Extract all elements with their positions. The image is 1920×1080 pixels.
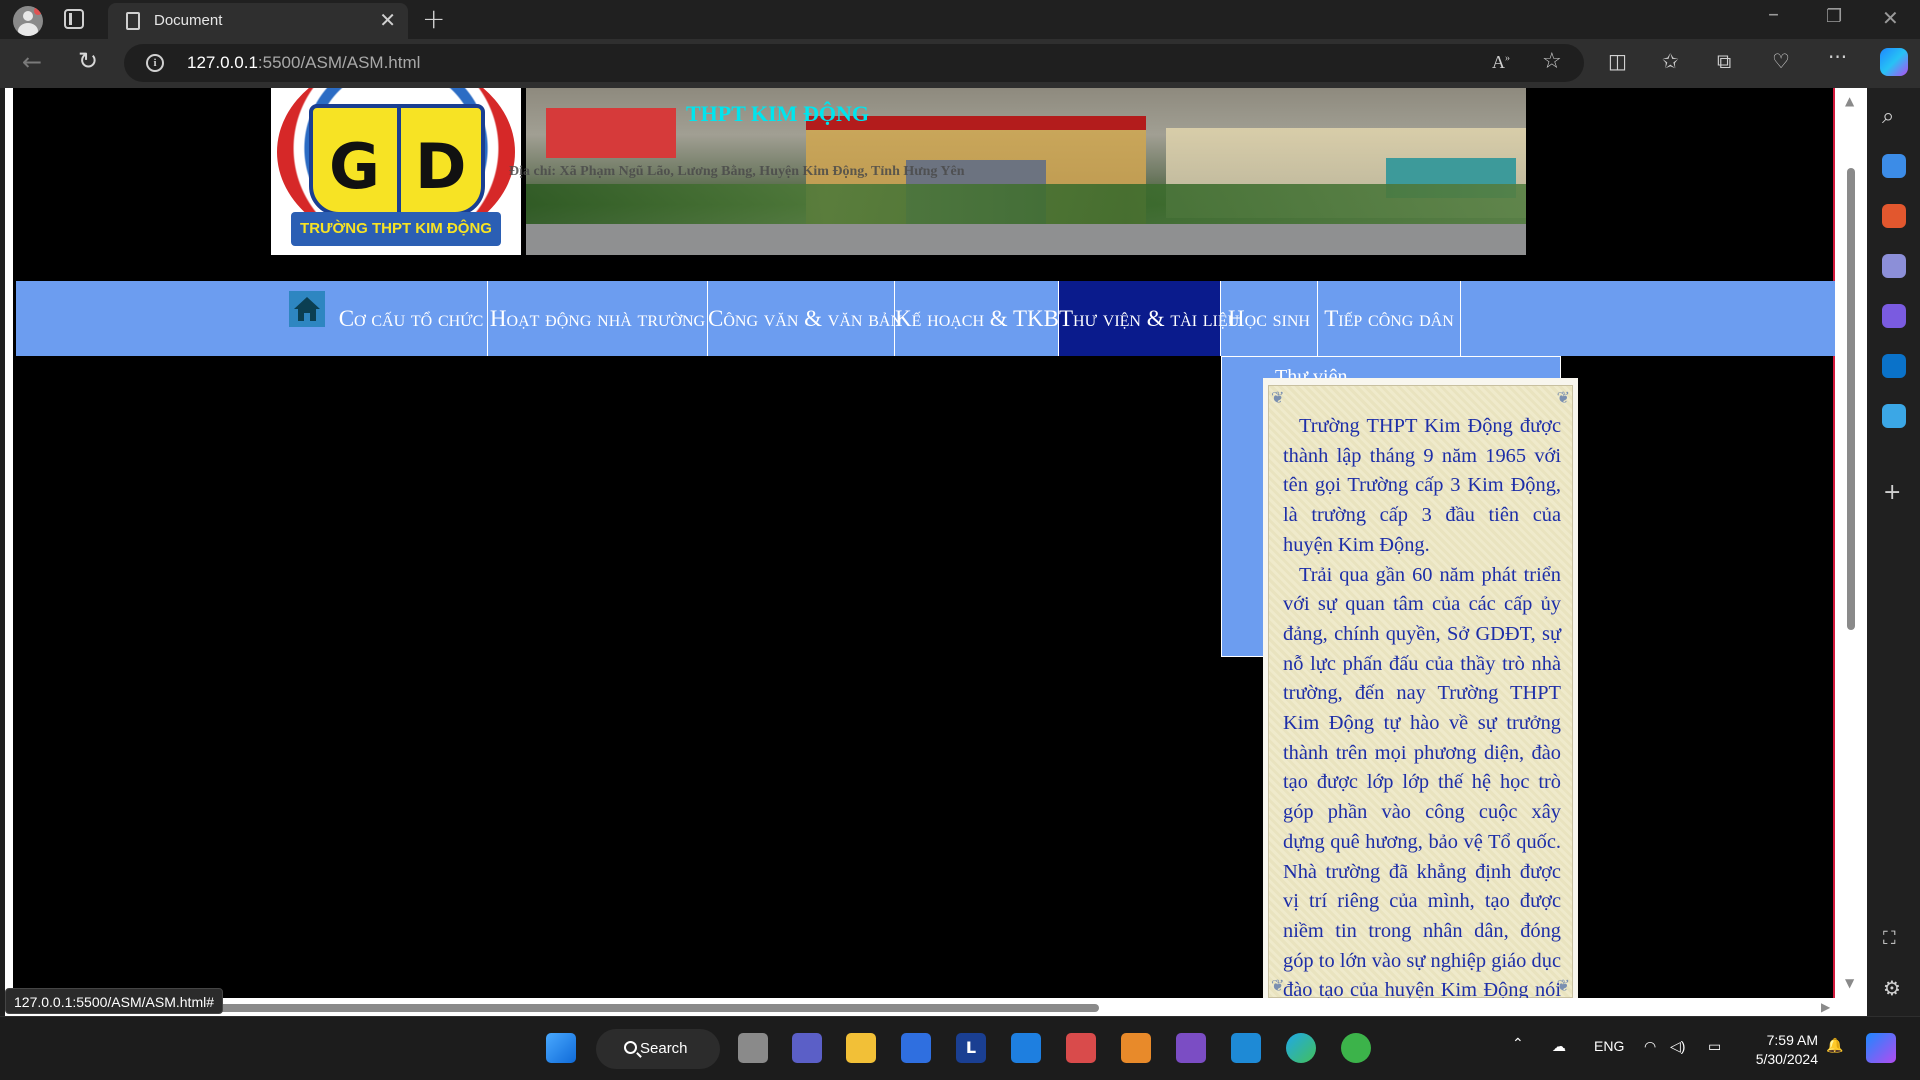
l-app-icon[interactable]: L (956, 1033, 986, 1063)
more-menu-icon[interactable]: ··· (1828, 45, 1847, 69)
horizontal-scrollbar[interactable]: ▶ (5, 998, 1835, 1016)
vscode-icon[interactable] (1231, 1033, 1261, 1063)
office-icon[interactable] (1882, 304, 1906, 328)
performance-icon[interactable]: ♡ (1772, 49, 1790, 73)
nav-ke-hoach-tkb[interactable]: Kế hoạch & TKB (895, 281, 1059, 356)
intro-text: Trường THPT Kim Động được thành lập thán… (1283, 412, 1561, 1016)
games-icon[interactable] (1882, 254, 1906, 278)
browser-title-bar: Document ✕ + – ❐ ✕ (0, 0, 1920, 39)
intro-paragraph: Trải qua gần 60 năm phát triển với sự qu… (1283, 563, 1561, 1016)
shopping-icon[interactable] (1882, 154, 1906, 178)
site-info-icon[interactable]: i (146, 54, 164, 72)
minimize-button[interactable]: – (1768, 2, 1779, 27)
battery-icon[interactable]: ▭ (1708, 1038, 1721, 1055)
tab-title: Document (154, 12, 223, 29)
school-logo: G D TRƯỜNG THPT KIM ĐỘNG (271, 88, 521, 255)
notification-bell-icon[interactable]: 🔔 (1826, 1037, 1843, 1054)
scroll-thumb[interactable] (1847, 168, 1855, 630)
nav-tiep-cong-dan[interactable]: Tiếp công dân (1318, 281, 1461, 356)
favorite-star-icon[interactable]: ☆ (1542, 49, 1562, 74)
address-bar[interactable]: i 127.0.0.1:5500/ASM/ASM.html A» ☆ (124, 44, 1584, 82)
split-screen-icon[interactable]: ◫ (1608, 49, 1627, 73)
start-icon[interactable] (546, 1033, 576, 1063)
favorites-icon[interactable]: ✩ (1662, 49, 1679, 73)
search-icon[interactable]: ⌕ (1882, 104, 1894, 129)
telegram-icon[interactable] (1882, 404, 1906, 428)
search-icon (624, 1041, 637, 1054)
restore-button[interactable]: ❐ (1826, 6, 1842, 27)
copilot-taskbar-icon[interactable] (1866, 1033, 1896, 1063)
scroll-down-icon[interactable]: ▼ (1845, 976, 1854, 990)
taskbar-clock[interactable]: 7:59 AM 5/30/2024 (1744, 1031, 1818, 1069)
windows-taskbar: Search L ⌃ ☁ ENG ◠ ◁) ▭ 7:59 AM 5/30/202… (0, 1016, 1920, 1080)
corner-ornament-icon: ❦ (1556, 388, 1570, 407)
school-name-heading: THPT KIM ĐỘNG (686, 101, 869, 126)
home-icon (294, 297, 320, 321)
scroll-right-icon[interactable]: ▶ (1821, 1000, 1830, 1014)
clock-time: 7:59 AM (1766, 1032, 1818, 1048)
visual-studio-icon[interactable] (1176, 1033, 1206, 1063)
settings-icon[interactable]: ⚙ (1883, 976, 1901, 1000)
home-button[interactable] (289, 291, 325, 327)
page-viewport: G D TRƯỜNG THPT KIM ĐỘNG THPT KIM ĐỘNG Đ… (5, 88, 1867, 1016)
nav-hoat-dong-nha-truong[interactable]: Hoạt động nhà trường (488, 281, 708, 356)
status-link-preview: 127.0.0.1:5500/ASM/ASM.html# (5, 988, 223, 1014)
document-icon (126, 12, 140, 30)
collections-icon[interactable]: ⧉ (1717, 49, 1731, 73)
network-off-icon[interactable]: ☁ (1552, 1038, 1566, 1055)
tab-actions-icon[interactable] (64, 9, 84, 29)
chrome-icon[interactable] (1341, 1033, 1371, 1063)
refresh-button[interactable]: ↻ (78, 47, 98, 75)
tools-app-icon[interactable] (1121, 1033, 1151, 1063)
school-address: Địa chỉ: Xã Phạm Ngũ Lão, Lương Bằng, Hu… (509, 164, 965, 179)
url-text[interactable]: 127.0.0.1:5500/ASM/ASM.html (187, 53, 420, 73)
copilot-icon[interactable] (1880, 48, 1908, 76)
page-body: G D TRƯỜNG THPT KIM ĐỘNG THPT KIM ĐỘNG Đ… (13, 88, 1835, 1016)
vertical-scrollbar[interactable]: ▲ ▼ (1835, 88, 1867, 1016)
file-explorer-icon[interactable] (846, 1033, 876, 1063)
drawing-app-icon[interactable] (1011, 1033, 1041, 1063)
read-aloud-icon[interactable]: A» (1492, 52, 1510, 73)
nav-hoc-sinh[interactable]: Học sinh (1221, 281, 1318, 356)
profile-avatar-icon[interactable] (13, 6, 43, 36)
nav-cong-van-van-ban[interactable]: Công văn & văn bản (708, 281, 902, 356)
task-view-icon[interactable] (738, 1033, 768, 1063)
edge-sidebar: ⌕ + ⛶ ⚙ (1867, 88, 1920, 1016)
school-intro-panel: ❦ ❦ ❦ ❦ Trường THPT Kim Động được thành … (1263, 378, 1578, 1016)
nav-thu-vien-tai-lieu[interactable]: Thư viện & tài liệu (1059, 281, 1239, 356)
tab-close-button[interactable]: ✕ (379, 9, 396, 31)
browser-toolbar: ← ↻ i 127.0.0.1:5500/ASM/ASM.html A» ☆ ◫… (0, 39, 1920, 88)
edge-icon[interactable] (1286, 1033, 1316, 1063)
wifi-icon[interactable]: ◠ (1644, 1038, 1656, 1055)
outlook-icon[interactable] (1882, 354, 1906, 378)
new-tab-button[interactable]: + (422, 3, 445, 35)
clock-date: 5/30/2024 (1755, 1051, 1818, 1067)
nav-co-cau-to-chuc[interactable]: Cơ cấu tổ chức (335, 281, 488, 356)
intro-paragraph: Trường THPT Kim Động được thành lập thán… (1283, 415, 1561, 556)
screenshot-icon[interactable]: ⛶ (1883, 928, 1896, 949)
volume-icon[interactable]: ◁) (1670, 1038, 1685, 1055)
language-indicator[interactable]: ENG (1594, 1038, 1624, 1054)
tools-icon[interactable] (1882, 204, 1906, 228)
browser-tab-document[interactable]: Document ✕ (108, 3, 408, 39)
back-button[interactable]: ← (22, 48, 42, 76)
corner-ornament-icon: ❦ (1271, 388, 1285, 407)
snipping-icon[interactable] (1066, 1033, 1096, 1063)
taskbar-search[interactable]: Search (596, 1029, 720, 1069)
add-icon[interactable]: + (1883, 480, 1901, 505)
scroll-up-icon[interactable]: ▲ (1845, 94, 1854, 108)
store-icon[interactable] (901, 1033, 931, 1063)
close-window-button[interactable]: ✕ (1882, 6, 1899, 30)
tray-expand-icon[interactable]: ⌃ (1512, 1035, 1524, 1052)
teams-icon[interactable] (792, 1033, 822, 1063)
